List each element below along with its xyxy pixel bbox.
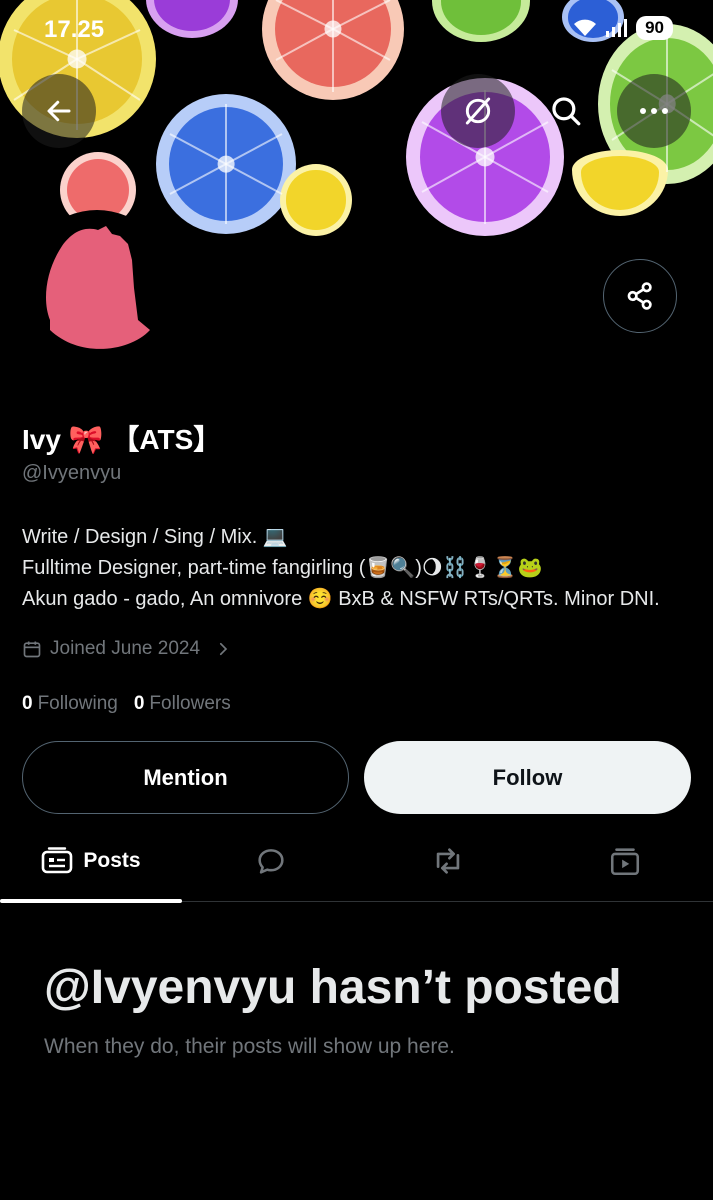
- replies-icon: [258, 849, 284, 874]
- chevron-right-icon: [219, 642, 228, 656]
- bio-line: Fulltime Designer, part-time fangirling …: [22, 557, 543, 579]
- avatar[interactable]: [22, 210, 172, 360]
- follow-counts: 0 Following 0 Followers: [22, 693, 231, 715]
- bio-line: Akun gado - gado, An omnivore ☺️ BxB & N…: [22, 588, 660, 610]
- share-icon: [627, 282, 652, 310]
- tab-replies[interactable]: [182, 820, 360, 902]
- tab-posts[interactable]: Posts: [0, 820, 182, 903]
- bio-line: Write / Design / Sing / Mix. 💻: [22, 526, 288, 548]
- search-icon: [552, 97, 581, 126]
- media-icon: [610, 848, 639, 876]
- posts-icon: [42, 847, 73, 874]
- signal-icon: [606, 19, 628, 37]
- profile-bio: Write / Design / Sing / Mix. 💻 Fulltime …: [22, 522, 702, 615]
- grok-icon: [465, 97, 491, 125]
- followers-count: 0: [133, 693, 145, 714]
- reposts-icon: [436, 848, 460, 874]
- profile-handle: @Ivyenvyu: [22, 462, 122, 484]
- grok-button[interactable]: [441, 74, 515, 148]
- followers-link[interactable]: 0 Followers: [134, 693, 231, 715]
- joined-date: Joined June 2024: [50, 638, 201, 659]
- arrow-left-icon: [47, 100, 71, 122]
- wifi-icon: [574, 19, 597, 36]
- status-icons: 90: [572, 16, 673, 40]
- joined-date-row[interactable]: Joined June 2024: [22, 638, 232, 660]
- display-name: Ivy 🎀 【ATS】: [22, 424, 222, 455]
- tab-posts-label: Posts: [83, 849, 141, 872]
- battery-indicator: 90: [636, 16, 673, 40]
- following-link[interactable]: 0 Following: [22, 693, 118, 715]
- tab-selected-indicator: [0, 899, 182, 903]
- following-count: 0: [22, 693, 33, 714]
- status-time: 17.25: [44, 16, 105, 43]
- followers-label: Followers: [149, 693, 231, 714]
- mention-button[interactable]: Mention: [22, 741, 349, 814]
- share-button[interactable]: [603, 259, 677, 333]
- status-bar: 17.25 90: [0, 0, 713, 56]
- back-button[interactable]: [22, 74, 96, 148]
- profile-tabs: Posts: [0, 820, 713, 903]
- calendar-icon: [23, 641, 41, 658]
- tab-media[interactable]: [536, 820, 713, 902]
- empty-state-subtitle: When they do, their posts will show up h…: [44, 1035, 455, 1058]
- profile-name-row: Ivy 🎀 【ATS】: [22, 418, 221, 458]
- avatar-silhouette: [46, 226, 150, 349]
- follow-button[interactable]: Follow: [364, 741, 691, 814]
- tab-reposts[interactable]: [360, 820, 536, 902]
- empty-state-title: @Ivyenvyu hasn’t posted: [44, 961, 622, 1014]
- following-label: Following: [37, 693, 118, 714]
- search-button[interactable]: [529, 74, 603, 148]
- more-button[interactable]: [617, 74, 691, 148]
- more-horizontal-icon: [640, 108, 668, 114]
